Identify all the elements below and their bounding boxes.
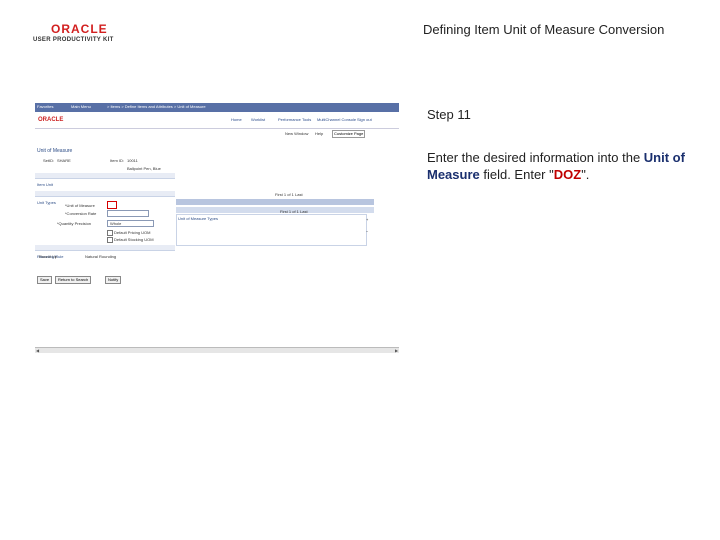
uom-types-subheader: Unit of Measure Types: [176, 207, 374, 221]
item-id-label: Item ID:: [110, 158, 125, 163]
app-screenshot: Favorites Main Menu > Items > Define Ite…: [35, 103, 399, 353]
instruction-text: Enter the desired information into the U…: [427, 150, 685, 182]
oracle-logo: ORACLE USER PRODUCTIVITY KIT: [33, 22, 128, 48]
return-to-search-button[interactable]: Return to Search: [55, 276, 92, 284]
default-pricing-checkbox[interactable]: [107, 230, 113, 236]
add-row-icon[interactable]: +: [366, 217, 368, 222]
screenshot-brand: ORACLE: [38, 117, 64, 123]
nav-main-menu[interactable]: Main Menu: [71, 104, 91, 109]
page-title: Unit of Measure: [37, 148, 73, 154]
link-home[interactable]: Home: [231, 117, 242, 122]
default-pricing-label: Default Pricing UOM: [114, 230, 151, 235]
precision-label: *Quantity Precision: [57, 221, 92, 226]
scroll-right-icon[interactable]: ▶: [394, 348, 399, 353]
default-stocking-checkbox[interactable]: [107, 237, 113, 243]
toolbar-help[interactable]: Help: [315, 131, 323, 136]
uom-label: *Unit of Measure: [65, 203, 95, 208]
section-rounding-rule: Rounding Rule: [35, 245, 175, 259]
grid-row-actions[interactable]: + −: [366, 195, 372, 235]
nav-favorites[interactable]: Favorites: [37, 104, 53, 109]
item-description: Ballpoint Pen, Blue: [127, 166, 161, 171]
setid-value: SHARE: [57, 158, 71, 163]
uom-input-highlight[interactable]: [107, 201, 117, 209]
section-unit-types: Unit Types: [35, 191, 175, 205]
nav-breadcrumb[interactable]: > Items > Define Items and Attributes > …: [107, 104, 206, 109]
notify-button[interactable]: Notify: [105, 276, 122, 284]
precision-select[interactable]: Whole: [107, 220, 154, 227]
grid-nav[interactable]: First 1 of 1 Last: [275, 192, 303, 197]
link-performance[interactable]: Performance Tools: [278, 117, 311, 122]
toolbar-new-window[interactable]: New Window: [285, 131, 308, 136]
default-stocking-label: Default Stocking UOM: [114, 237, 154, 242]
link-sign-out[interactable]: Sign out: [357, 117, 372, 122]
slide-title: Defining Item Unit of Measure Conversion: [423, 22, 665, 37]
link-multichannel[interactable]: MultiChannel Console: [317, 117, 356, 122]
step-number: Step 11: [427, 107, 471, 122]
logo-brand: ORACLE: [51, 22, 108, 36]
delete-row-icon[interactable]: −: [366, 229, 368, 234]
instruction-value: DOZ: [553, 167, 582, 182]
conversion-rate-label: *Conversion Rate: [65, 211, 97, 216]
section-item-unit: Item Unit: [35, 173, 175, 187]
uom-types-header: Unit of Measure Types: [176, 199, 374, 213]
scroll-left-icon[interactable]: ◀: [35, 348, 40, 353]
brand-bar: ORACLE Home Worklist Performance Tools M…: [35, 112, 399, 129]
save-button[interactable]: Save: [37, 276, 53, 284]
natural-rounding-option[interactable]: Natural Rounding: [85, 254, 116, 259]
toolbar-customize-page[interactable]: Customize Page: [332, 130, 366, 138]
uom-types-grid: [176, 214, 367, 246]
round-up-option[interactable]: Round Up: [39, 254, 57, 259]
item-id-value: 10011: [127, 158, 138, 163]
horizontal-scrollbar[interactable]: ◀ ▶: [35, 347, 399, 353]
link-worklist[interactable]: Worklist: [251, 117, 265, 122]
logo-product: USER PRODUCTIVITY KIT: [33, 37, 114, 43]
menu-bar: Favorites Main Menu > Items > Define Ite…: [35, 103, 399, 112]
conversion-rate-field[interactable]: [107, 210, 149, 217]
setid-label: SetID:: [43, 158, 55, 163]
